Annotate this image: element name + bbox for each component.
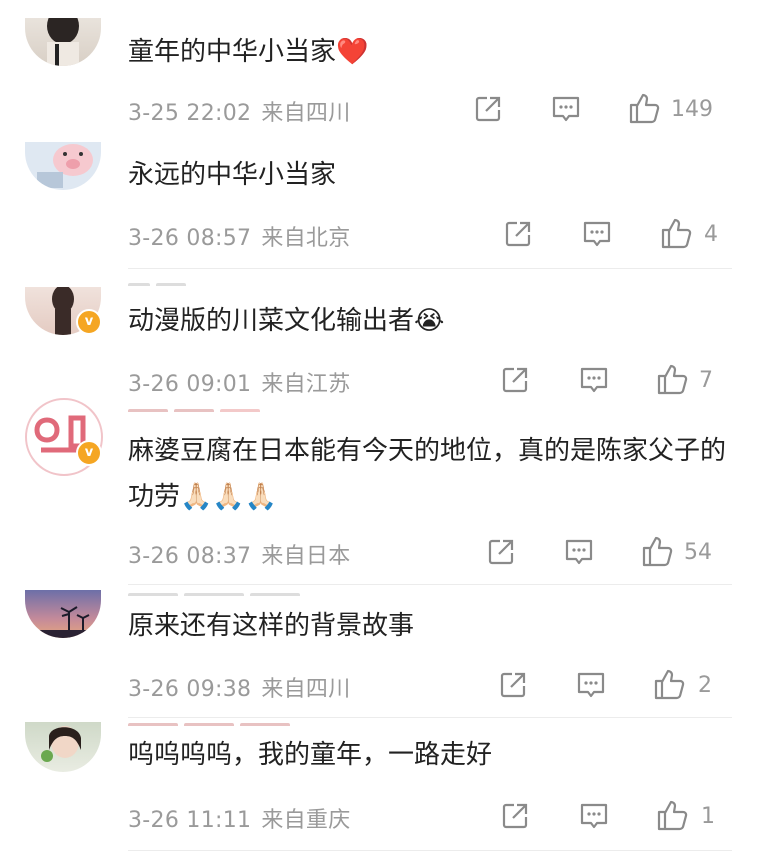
share-icon: [505, 221, 531, 247]
comment-text: 原来还有这样的背景故事: [128, 611, 415, 641]
avatar[interactable]: [25, 722, 101, 772]
like-count: 54: [684, 540, 712, 565]
reply-button[interactable]: [578, 365, 610, 397]
like-button[interactable]: [655, 798, 689, 831]
comment-meta: 3-26 08:37 来自日本: [128, 538, 351, 570]
like-icon: [629, 93, 660, 124]
comment-location: 来自重庆: [261, 808, 351, 833]
like-icon: [657, 364, 688, 395]
share-button[interactable]: [486, 537, 516, 569]
partial-username: [128, 720, 318, 726]
partial-username: [128, 590, 318, 596]
avatar[interactable]: [25, 18, 101, 66]
comment-meta: 3-26 09:38 来自四川: [128, 671, 351, 703]
verified-badge: v: [76, 440, 102, 466]
comment-time: 3-26 09:01: [128, 372, 252, 397]
like-icon: [642, 536, 673, 567]
divider: [128, 717, 732, 718]
like-count: 7: [699, 368, 713, 393]
comment-time: 3-25 22:02: [128, 101, 252, 126]
comment-time: 3-26 09:38: [128, 677, 252, 702]
share-icon: [500, 672, 526, 698]
avatar[interactable]: [25, 590, 101, 638]
share-icon: [502, 367, 528, 393]
like-button[interactable]: [652, 667, 686, 700]
share-button[interactable]: [473, 94, 503, 126]
share-icon: [502, 803, 528, 829]
comment-text: 麻婆豆腐在日本能有今天的地位，真的是陈家父子的功劳🙏🏻🙏🏻🙏🏻: [128, 436, 727, 512]
avatar[interactable]: [25, 142, 101, 190]
like-icon: [657, 800, 688, 831]
comment-location: 来自日本: [261, 544, 351, 569]
like-count: 149: [671, 97, 713, 122]
divider: [128, 268, 732, 269]
comment-icon: [580, 367, 608, 393]
share-button[interactable]: [500, 365, 530, 397]
share-icon: [488, 539, 514, 565]
comment-time: 3-26 08:37: [128, 544, 252, 569]
comment-icon: [577, 672, 605, 698]
reply-button[interactable]: [581, 219, 613, 251]
reply-button[interactable]: [550, 94, 582, 126]
divider: [128, 584, 732, 585]
like-button[interactable]: [659, 216, 693, 249]
comment-meta: 3-26 08:57 来自北京: [128, 220, 351, 252]
like-button[interactable]: [655, 362, 689, 395]
like-count: 1: [701, 804, 715, 829]
partial-username: [128, 406, 298, 412]
divider: [128, 850, 732, 851]
comment-location: 来自四川: [261, 101, 351, 126]
like-count: 4: [704, 222, 718, 247]
comment-icon: [565, 539, 593, 565]
like-button[interactable]: [627, 91, 661, 124]
comment-text: 永远的中华小当家: [128, 160, 337, 190]
comment-location: 来自江苏: [261, 372, 351, 397]
comment-icon: [583, 221, 611, 247]
comment-meta: 3-26 11:11 来自重庆: [128, 802, 351, 834]
comment-time: 3-26 11:11: [128, 808, 252, 833]
comment-meta: 3-25 22:02 来自四川: [128, 95, 351, 127]
like-count: 2: [698, 673, 712, 698]
comment-meta: 3-26 09:01 来自江苏: [128, 366, 351, 398]
comment-location: 来自北京: [261, 226, 351, 251]
like-icon: [661, 218, 692, 249]
comment-time: 3-26 08:57: [128, 226, 252, 251]
comment-text: 呜呜呜呜，我的童年，一路走好: [128, 740, 493, 770]
reply-button[interactable]: [563, 537, 595, 569]
comment-icon: [580, 803, 608, 829]
share-button[interactable]: [498, 670, 528, 702]
comment-location: 来自四川: [261, 677, 351, 702]
like-icon: [654, 669, 685, 700]
share-icon: [475, 96, 501, 122]
share-button[interactable]: [503, 219, 533, 251]
comment-text: 童年的中华小当家❤️: [128, 37, 369, 67]
verified-badge: v: [76, 309, 102, 335]
reply-button[interactable]: [578, 801, 610, 833]
like-button[interactable]: [640, 534, 674, 567]
comment-icon: [552, 96, 580, 122]
comment-text: 动漫版的川菜文化输出者😭: [128, 306, 445, 336]
partial-username: [128, 280, 198, 286]
reply-button[interactable]: [575, 670, 607, 702]
share-button[interactable]: [500, 801, 530, 833]
